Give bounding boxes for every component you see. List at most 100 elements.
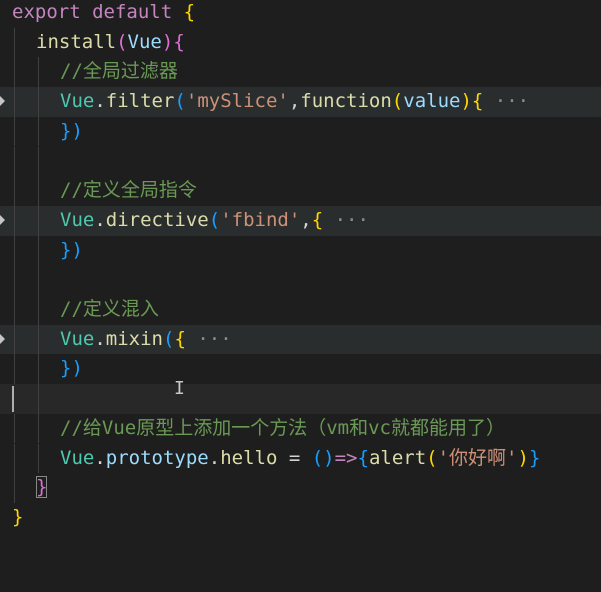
indent-guide	[38, 176, 39, 206]
token-bracket: {	[173, 30, 185, 53]
token-punctuation: .	[208, 446, 221, 469]
token-bracket: })	[60, 357, 83, 380]
indent-guide	[38, 57, 39, 88]
token-bracket: {	[471, 90, 484, 113]
token-bracket-matched: }	[36, 476, 48, 499]
token-bracket: {	[174, 327, 186, 350]
code-line[interactable]: })	[0, 354, 601, 385]
code-line[interactable]: })	[0, 116, 601, 147]
token-parameter: Vue	[127, 30, 162, 53]
code-line[interactable]: }	[0, 503, 601, 533]
code-content: })	[60, 354, 83, 384]
indent-guide	[14, 205, 15, 236]
fold-ellipsis-icon[interactable]: ···	[186, 328, 231, 350]
token-object: Vue	[60, 208, 95, 231]
code-line[interactable]: //给Vue原型上添加一个方法（vm和vc就都能用了）	[0, 413, 601, 444]
token-bracket: ()	[311, 446, 335, 469]
token-bracket: })	[60, 119, 83, 142]
code-line[interactable]: }	[0, 473, 601, 503]
indent-guide	[38, 116, 39, 147]
fold-ellipsis-icon[interactable]: ···	[483, 90, 529, 112]
indent-guide	[14, 413, 15, 444]
token-bracket: )	[517, 446, 529, 469]
code-line[interactable]: //定义混入	[0, 295, 601, 325]
code-line-folded[interactable]: Vue.directive('fbind',{ ···	[0, 205, 601, 236]
token-bracket: {	[183, 1, 196, 23]
indent-guide	[14, 265, 15, 295]
code-line-folded[interactable]: Vue.filter('mySlice',function(value){ ··…	[0, 87, 601, 117]
fold-ellipsis-icon[interactable]: ···	[323, 209, 369, 231]
code-line[interactable]: //全局过滤器	[0, 57, 601, 88]
indent-guide	[38, 265, 39, 295]
indent-guide	[38, 235, 39, 266]
token-bracket: )	[161, 30, 174, 53]
token-arrow: =>	[334, 446, 358, 469]
code-content: //定义混入	[60, 295, 159, 325]
indent-guide	[14, 235, 15, 266]
code-content: }	[36, 473, 48, 503]
code-line-empty[interactable]	[0, 146, 601, 177]
code-content: //给Vue原型上添加一个方法（vm和vc就都能用了）	[60, 414, 505, 444]
indent-guide	[14, 295, 15, 325]
code-content: })	[60, 236, 83, 266]
token-bracket: )	[460, 90, 472, 113]
token-string: 'mySlice'	[185, 90, 289, 113]
token-function: hello	[220, 446, 278, 469]
code-content: //全局过滤器	[60, 57, 178, 87]
indent-guide	[14, 27, 15, 58]
token-keyword: export	[12, 1, 81, 23]
indent-guide	[38, 146, 39, 177]
indent-guide	[38, 324, 39, 355]
token-comment: //定义全局指令	[60, 179, 197, 202]
token-bracket: }	[528, 446, 541, 469]
token-bracket: {	[357, 446, 369, 469]
token-comment: //定义混入	[60, 298, 159, 320]
code-line[interactable]: export default {	[0, 0, 601, 28]
token-punctuation: ,	[300, 208, 312, 231]
code-line-empty[interactable]	[0, 265, 601, 295]
code-line-folded[interactable]: Vue.mixin({ ···	[0, 324, 601, 355]
indent-guide	[14, 443, 15, 474]
token-bracket: })	[60, 238, 83, 261]
indent-guide	[38, 87, 39, 117]
indent-guide	[38, 443, 39, 474]
indent-guide	[14, 87, 15, 117]
code-content: install(Vue){	[36, 28, 185, 58]
token-object: Vue	[60, 90, 95, 113]
token-punctuation: .	[94, 208, 106, 231]
token-bracket: (	[162, 327, 175, 350]
token-function: mixin	[105, 327, 163, 350]
code-line[interactable]: install(Vue){	[0, 27, 601, 58]
fold-chevron-icon[interactable]	[0, 96, 5, 107]
code-content: Vue.mixin({ ···	[60, 325, 232, 355]
token-keyword: default	[92, 1, 173, 23]
token-object: Vue	[60, 327, 95, 350]
fold-chevron-icon[interactable]	[0, 214, 5, 225]
code-line[interactable]: Vue.prototype.hello = ()=>{alert('你好啊')}	[0, 443, 601, 474]
code-editor[interactable]: export default { install(Vue){ //全局过滤器 V…	[0, 0, 601, 540]
code-content: //定义全局指令	[60, 176, 197, 206]
code-content: export default {	[12, 0, 195, 28]
token-bracket: {	[311, 208, 324, 231]
token-punctuation: ,	[288, 90, 301, 113]
token-keyword-function: function	[300, 90, 392, 113]
token-bracket: (	[391, 90, 404, 113]
code-line[interactable]: //定义全局指令	[0, 176, 601, 206]
token-bracket: (	[426, 446, 438, 469]
token-bracket: (	[174, 90, 186, 113]
token-operator: =	[277, 446, 312, 469]
token-function: filter	[105, 90, 175, 113]
indent-guide	[38, 205, 39, 236]
mouse-ibeam-cursor-icon: I	[174, 378, 185, 399]
code-content: Vue.filter('mySlice',function(value){ ··…	[60, 87, 529, 117]
fold-chevron-icon[interactable]	[0, 333, 5, 344]
indent-guide	[38, 295, 39, 325]
code-line-current[interactable]	[0, 384, 601, 414]
token-bracket: (	[208, 208, 221, 231]
token-comment: //给Vue原型上添加一个方法（vm和vc就都能用了）	[60, 416, 505, 439]
token-punctuation: .	[94, 327, 106, 350]
token-property: prototype	[105, 446, 209, 469]
code-line[interactable]: })	[0, 235, 601, 266]
code-content: Vue.prototype.hello = ()=>{alert('你好啊')}	[60, 444, 540, 474]
